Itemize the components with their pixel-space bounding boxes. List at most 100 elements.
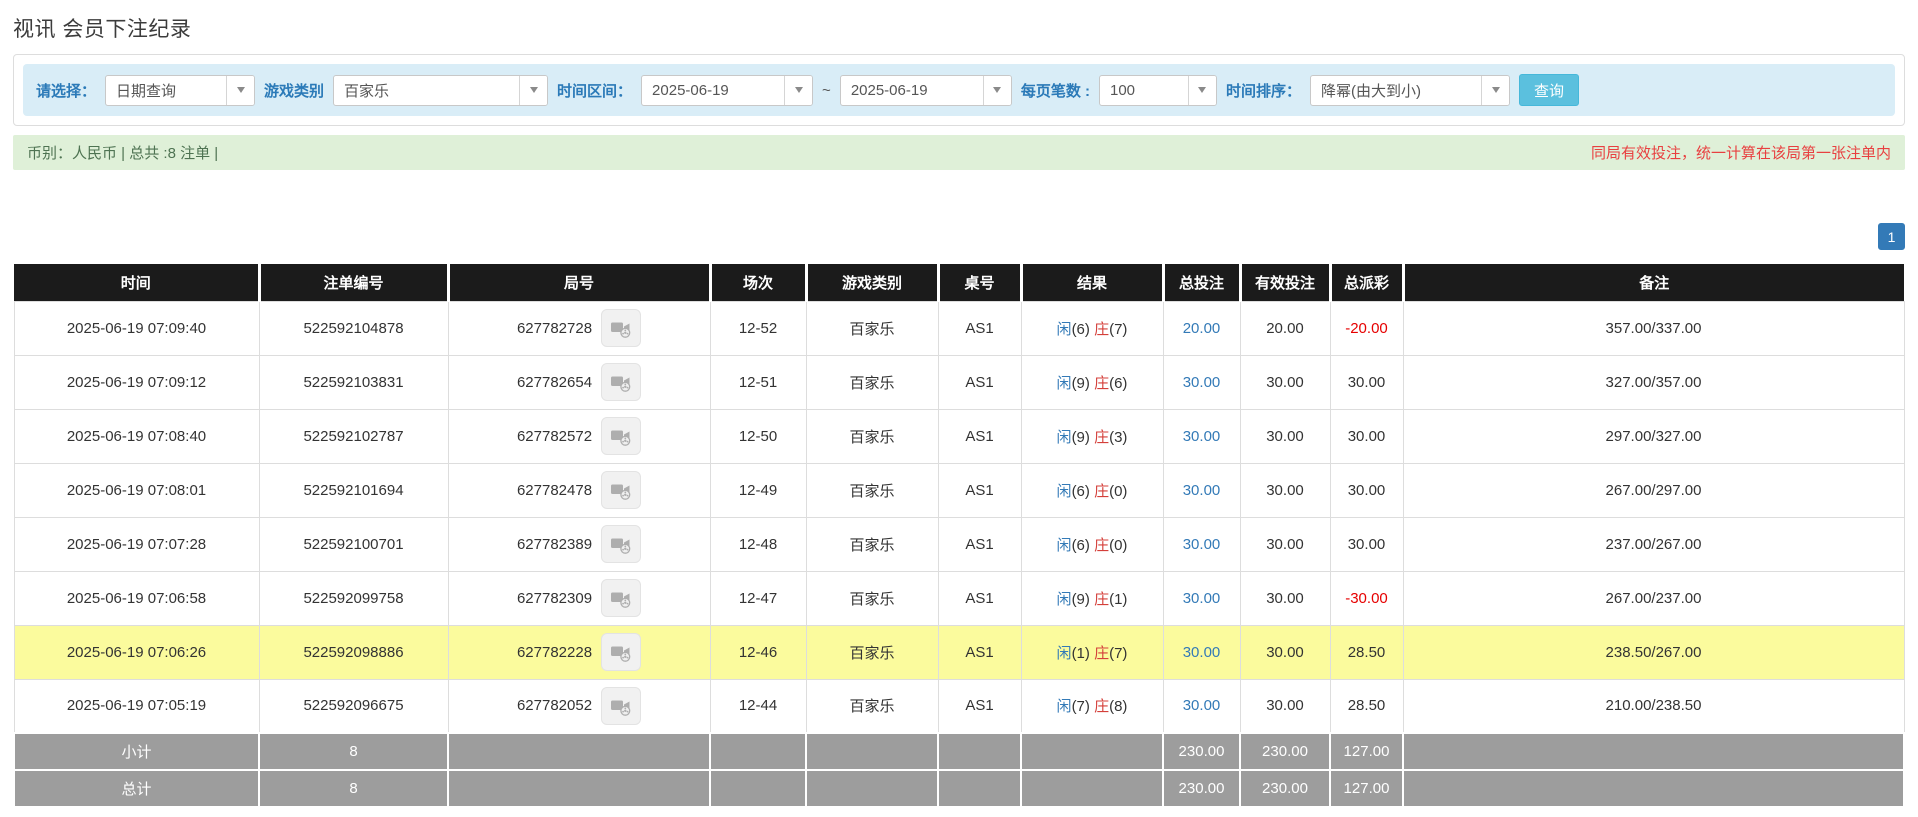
video-replay-button[interactable] [601, 579, 641, 617]
range-separator: ~ [822, 82, 831, 99]
banker-result-label: 庄 [1094, 591, 1109, 608]
video-replay-button[interactable] [601, 363, 641, 401]
round-id: 627782052 [517, 697, 592, 714]
column-header: 总派彩 [1330, 264, 1403, 301]
search-button[interactable]: 查询 [1519, 74, 1579, 106]
total-bet-link[interactable]: 30.00 [1163, 571, 1240, 625]
total-bet-link[interactable]: 30.00 [1163, 625, 1240, 679]
chevron-down-icon[interactable] [983, 76, 1011, 105]
page-title: 视讯 会员下注纪录 [13, 0, 1905, 54]
valid-bet-cell: 20.00 [1240, 301, 1330, 355]
summary-count-cell: 8 [259, 770, 448, 807]
valid-bet-cell: 30.00 [1240, 625, 1330, 679]
table-no-cell: AS1 [938, 517, 1021, 571]
player-result-value: (9) [1072, 591, 1090, 608]
total-bet-link[interactable]: 20.00 [1163, 301, 1240, 355]
round-id: 627782309 [517, 590, 592, 607]
column-header: 时间 [14, 264, 259, 301]
summary-payout-cell: 127.00 [1330, 770, 1403, 807]
time-cell: 2025-06-19 07:09:12 [14, 355, 259, 409]
total-bet-link[interactable]: 30.00 [1163, 355, 1240, 409]
column-header: 游戏类别 [806, 264, 938, 301]
valid-bet-cell: 30.00 [1240, 679, 1330, 733]
table-no-cell: AS1 [938, 625, 1021, 679]
chevron-down-icon[interactable] [226, 76, 254, 105]
banker-result-label: 庄 [1094, 645, 1109, 662]
round-id: 627782228 [517, 644, 592, 661]
sort-order-select[interactable]: 降幂(由大到小) [1310, 75, 1510, 106]
session-cell: 12-49 [710, 463, 806, 517]
player-result-value: (7) [1072, 698, 1090, 715]
valid-bet-cell: 30.00 [1240, 463, 1330, 517]
player-result-value: (1) [1072, 645, 1090, 662]
video-replay-button[interactable] [601, 525, 641, 563]
banker-result-label: 庄 [1094, 375, 1109, 392]
date-to-input[interactable]: 2025-06-19 [840, 75, 1012, 106]
total-bet-link[interactable]: 30.00 [1163, 517, 1240, 571]
game-type-cell: 百家乐 [806, 355, 938, 409]
pagination: 1 [13, 223, 1905, 250]
total-bet-link[interactable]: 30.00 [1163, 463, 1240, 517]
summary-bar: 币别：人民币 | 总共 :8 注单 | 同局有效投注，统一计算在该局第一张注单内 [13, 135, 1905, 170]
payout-cell: -30.00 [1330, 571, 1403, 625]
payout-cell: 28.50 [1330, 625, 1403, 679]
result-cell: 闲(9) 庄(6) [1021, 355, 1163, 409]
banker-result-value: (0) [1109, 483, 1127, 500]
remark-cell: 210.00/238.50 [1403, 679, 1904, 733]
banker-result-value: (8) [1109, 698, 1127, 715]
banker-result-value: (3) [1109, 429, 1127, 446]
game-type-select[interactable]: 百家乐 [333, 75, 548, 106]
player-result-label: 闲 [1057, 591, 1072, 608]
payout-cell: 30.00 [1330, 355, 1403, 409]
video-replay-button[interactable] [601, 687, 641, 725]
bet-id-cell: 522592103831 [259, 355, 448, 409]
bet-records-table: 时间注单编号局号场次游戏类别桌号结果总投注有效投注总派彩备注 2025-06-1… [13, 264, 1905, 808]
payout-cell: 30.00 [1330, 463, 1403, 517]
player-result-label: 闲 [1057, 698, 1072, 715]
round-cell: 627782228 [448, 625, 710, 679]
chevron-down-icon[interactable] [784, 76, 812, 105]
time-cell: 2025-06-19 07:06:58 [14, 571, 259, 625]
chevron-down-icon[interactable] [1188, 76, 1216, 105]
date-from-input[interactable]: 2025-06-19 [641, 75, 813, 106]
banker-result-label: 庄 [1094, 698, 1109, 715]
payout-cell: 30.00 [1330, 409, 1403, 463]
remark-cell: 357.00/337.00 [1403, 301, 1904, 355]
summary-row: 总计 8 230.00 230.00 127.00 [14, 770, 1904, 807]
time-cell: 2025-06-19 07:06:26 [14, 625, 259, 679]
banker-result-label: 庄 [1094, 321, 1109, 338]
video-icon [609, 316, 633, 340]
chevron-down-icon[interactable] [1481, 76, 1509, 105]
table-row: 2025-06-19 07:09:40 522592104878 6277827… [14, 301, 1904, 355]
query-mode-select[interactable]: 日期查询 [105, 75, 255, 106]
column-header: 总投注 [1163, 264, 1240, 301]
video-replay-button[interactable] [601, 633, 641, 671]
table-no-cell: AS1 [938, 355, 1021, 409]
payout-cell: -20.00 [1330, 301, 1403, 355]
table-no-cell: AS1 [938, 679, 1021, 733]
sort-order-value: 降幂(由大到小) [1311, 76, 1481, 105]
query-mode-value: 日期查询 [106, 76, 226, 105]
banker-result-value: (0) [1109, 537, 1127, 554]
round-id: 627782728 [517, 320, 592, 337]
column-header: 场次 [710, 264, 806, 301]
summary-payout-cell: 127.00 [1330, 733, 1403, 770]
video-replay-button[interactable] [601, 417, 641, 455]
total-bet-link[interactable]: 30.00 [1163, 409, 1240, 463]
video-replay-button[interactable] [601, 471, 641, 509]
page-size-select[interactable]: 100 [1099, 75, 1217, 106]
round-cell: 627782389 [448, 517, 710, 571]
total-bet-link[interactable]: 30.00 [1163, 679, 1240, 733]
chevron-down-icon[interactable] [519, 76, 547, 105]
column-header: 注单编号 [259, 264, 448, 301]
banker-result-value: (1) [1109, 591, 1127, 608]
pagination-page-1[interactable]: 1 [1878, 223, 1905, 250]
round-cell: 627782572 [448, 409, 710, 463]
time-cell: 2025-06-19 07:05:19 [14, 679, 259, 733]
summary-total-bet-cell: 230.00 [1163, 770, 1240, 807]
video-replay-button[interactable] [601, 309, 641, 347]
banker-result-label: 庄 [1094, 537, 1109, 554]
page-size-label: 每页笔数 : [1021, 80, 1090, 101]
column-header: 结果 [1021, 264, 1163, 301]
session-cell: 12-46 [710, 625, 806, 679]
